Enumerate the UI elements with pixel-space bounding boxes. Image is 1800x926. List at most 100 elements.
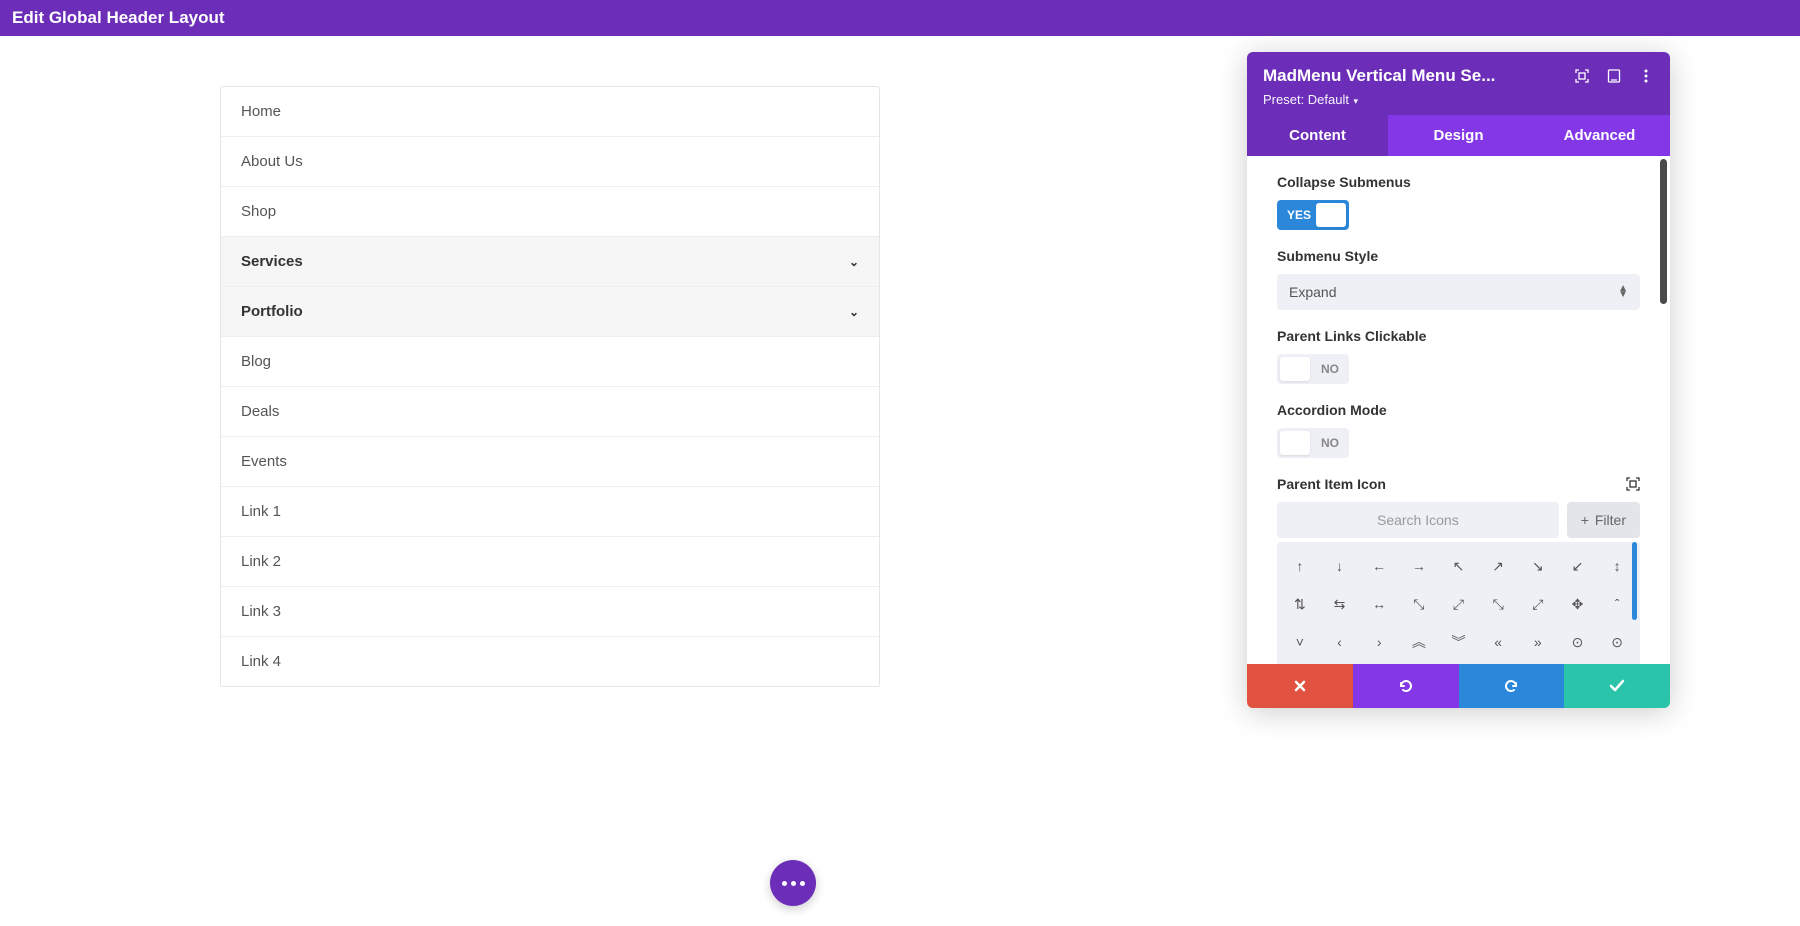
menu-item-deals[interactable]: Deals — [221, 387, 879, 437]
select-submenu-style[interactable]: Expand ▲▼ — [1277, 274, 1640, 310]
icon-option-compress-ne[interactable]: ⤢ — [1519, 586, 1557, 622]
toggle-accordion-mode[interactable]: NO — [1277, 428, 1349, 458]
top-bar: Edit Global Header Layout — [0, 0, 1800, 36]
icon-option-expand-nw[interactable]: ⤡ — [1400, 586, 1438, 622]
save-button[interactable] — [1564, 664, 1670, 708]
icon-grid-container: ↑ ↓ ← → ↖ ↗ ↘ ↙ ↕ ⇅ ⇆ ↔ ⤡ ⤢ ⤡ ⤢ ✥ — [1277, 542, 1640, 664]
menu-item-link3[interactable]: Link 3 — [221, 587, 879, 637]
icon-option-arrow-up-left[interactable]: ↖ — [1440, 548, 1478, 584]
control-collapse-submenus: Collapse Submenus YES — [1277, 174, 1640, 230]
toggle-parent-links-clickable[interactable]: NO — [1277, 354, 1349, 384]
control-label: Collapse Submenus — [1277, 174, 1640, 190]
menu-item-label: Link 2 — [241, 553, 281, 570]
panel-body: Collapse Submenus YES Submenu Style Expa… — [1247, 156, 1670, 664]
control-label: Submenu Style — [1277, 248, 1640, 264]
icon-option-move[interactable]: ✥ — [1559, 586, 1597, 622]
icon-option-arrow-up[interactable]: ↑ — [1281, 548, 1319, 584]
icon-option-arrow-down[interactable]: ↓ — [1321, 548, 1359, 584]
control-parent-item-icon: Parent Item Icon + Filter ↑ ↓ ← → — [1277, 476, 1640, 664]
preset-selector[interactable]: Preset: Default ▾ — [1263, 92, 1654, 107]
page-title: Edit Global Header Layout — [12, 8, 225, 27]
cancel-button[interactable] — [1247, 664, 1353, 708]
icon-option-angles-down[interactable]: ︾ — [1440, 624, 1478, 660]
panel-footer — [1247, 664, 1670, 708]
menu-item-home[interactable]: Home — [221, 87, 879, 137]
toggle-knob — [1316, 203, 1346, 227]
icon-option-expand-ne[interactable]: ⤢ — [1440, 586, 1478, 622]
menu-item-label: Portfolio — [241, 303, 303, 320]
floating-action-button[interactable] — [770, 860, 816, 906]
select-value: Expand — [1289, 284, 1336, 300]
redo-button[interactable] — [1459, 664, 1565, 708]
icon-option-caret-down[interactable]: ˅ — [1281, 624, 1319, 660]
control-submenu-style: Submenu Style Expand ▲▼ — [1277, 248, 1640, 310]
icon-option-arrows-alt-v[interactable]: ⇅ — [1281, 586, 1319, 622]
menu-item-label: Blog — [241, 353, 271, 370]
menu-item-label: Link 4 — [241, 653, 281, 670]
responsive-icon[interactable] — [1606, 68, 1622, 84]
menu-item-label: Services — [241, 253, 303, 270]
settings-panel: MadMenu Vertical Menu Se... Preset: Defa… — [1247, 52, 1670, 708]
menu-item-label: Link 3 — [241, 603, 281, 620]
control-label-text: Parent Item Icon — [1277, 476, 1386, 492]
preset-label: Preset: Default — [1263, 92, 1349, 107]
menu-item-link1[interactable]: Link 1 — [221, 487, 879, 537]
dots-icon — [782, 881, 805, 886]
icon-option-arrows-h[interactable]: ↔ — [1360, 586, 1398, 622]
icon-option-circle-up[interactable]: ⊙ — [1559, 624, 1597, 660]
icon-option-circle-down[interactable]: ⊙ — [1598, 624, 1636, 660]
menu-item-services[interactable]: Services ⌄ — [221, 237, 879, 287]
toggle-knob — [1280, 357, 1310, 381]
icon-search-input[interactable] — [1277, 502, 1559, 538]
tab-design[interactable]: Design — [1388, 115, 1529, 156]
kebab-menu-icon[interactable] — [1638, 68, 1654, 84]
undo-button[interactable] — [1353, 664, 1459, 708]
menu-item-shop[interactable]: Shop — [221, 187, 879, 237]
icon-option-angle-left[interactable]: ‹ — [1321, 624, 1359, 660]
panel-tabs: Content Design Advanced — [1247, 115, 1670, 156]
menu-item-label: Link 1 — [241, 503, 281, 520]
select-arrows-icon: ▲▼ — [1618, 286, 1628, 298]
icon-option-arrow-down-right[interactable]: ↘ — [1519, 548, 1557, 584]
icon-option-arrows-alt-h[interactable]: ⇆ — [1321, 586, 1359, 622]
icon-option-compress-nw[interactable]: ⤡ — [1479, 586, 1517, 622]
tab-content[interactable]: Content — [1247, 115, 1388, 156]
icon-option-angles-left[interactable]: « — [1479, 624, 1517, 660]
icon-option-angles-up[interactable]: ︽ — [1400, 624, 1438, 660]
tab-advanced[interactable]: Advanced — [1529, 115, 1670, 156]
responsive-settings-icon[interactable] — [1626, 477, 1640, 491]
expand-icon[interactable] — [1574, 68, 1590, 84]
toggle-text: NO — [1321, 362, 1339, 376]
menu-item-link4[interactable]: Link 4 — [221, 637, 879, 686]
icon-grid-scrollbar[interactable] — [1632, 542, 1637, 620]
menu-item-portfolio[interactable]: Portfolio ⌄ — [221, 287, 879, 337]
chevron-down-icon: ⌄ — [849, 305, 859, 319]
control-label: Accordion Mode — [1277, 402, 1640, 418]
menu-item-events[interactable]: Events — [221, 437, 879, 487]
control-label: Parent Links Clickable — [1277, 328, 1640, 344]
icon-option-arrow-left[interactable]: ← — [1360, 548, 1398, 584]
icon-option-angle-right[interactable]: › — [1360, 624, 1398, 660]
menu-item-label: About Us — [241, 153, 303, 170]
chevron-down-icon: ⌄ — [849, 255, 859, 269]
icon-option-caret-up[interactable]: ˆ — [1598, 586, 1636, 622]
panel-title: MadMenu Vertical Menu Se... — [1263, 66, 1564, 86]
icon-filter-button[interactable]: + Filter — [1567, 502, 1640, 538]
menu-item-blog[interactable]: Blog — [221, 337, 879, 387]
icon-option-arrows-v[interactable]: ↕ — [1598, 548, 1636, 584]
menu-item-label: Shop — [241, 203, 276, 220]
control-parent-links-clickable: Parent Links Clickable NO — [1277, 328, 1640, 384]
vertical-menu-preview: Home About Us Shop Services⌄ Portfolio⌄ … — [220, 86, 880, 687]
toggle-knob — [1280, 431, 1310, 455]
menu-item-about[interactable]: About Us — [221, 137, 879, 187]
panel-header[interactable]: MadMenu Vertical Menu Se... Preset: Defa… — [1247, 52, 1670, 115]
icon-option-arrow-up-right[interactable]: ↗ — [1479, 548, 1517, 584]
menu-item-label: Deals — [241, 403, 279, 420]
icon-option-angles-right[interactable]: » — [1519, 624, 1557, 660]
toggle-collapse-submenus[interactable]: YES — [1277, 200, 1349, 230]
icon-option-arrow-down-left[interactable]: ↙ — [1559, 548, 1597, 584]
icon-option-arrow-right[interactable]: → — [1400, 548, 1438, 584]
toggle-text: NO — [1321, 436, 1339, 450]
menu-item-link2[interactable]: Link 2 — [221, 537, 879, 587]
panel-scrollbar[interactable] — [1660, 159, 1667, 304]
